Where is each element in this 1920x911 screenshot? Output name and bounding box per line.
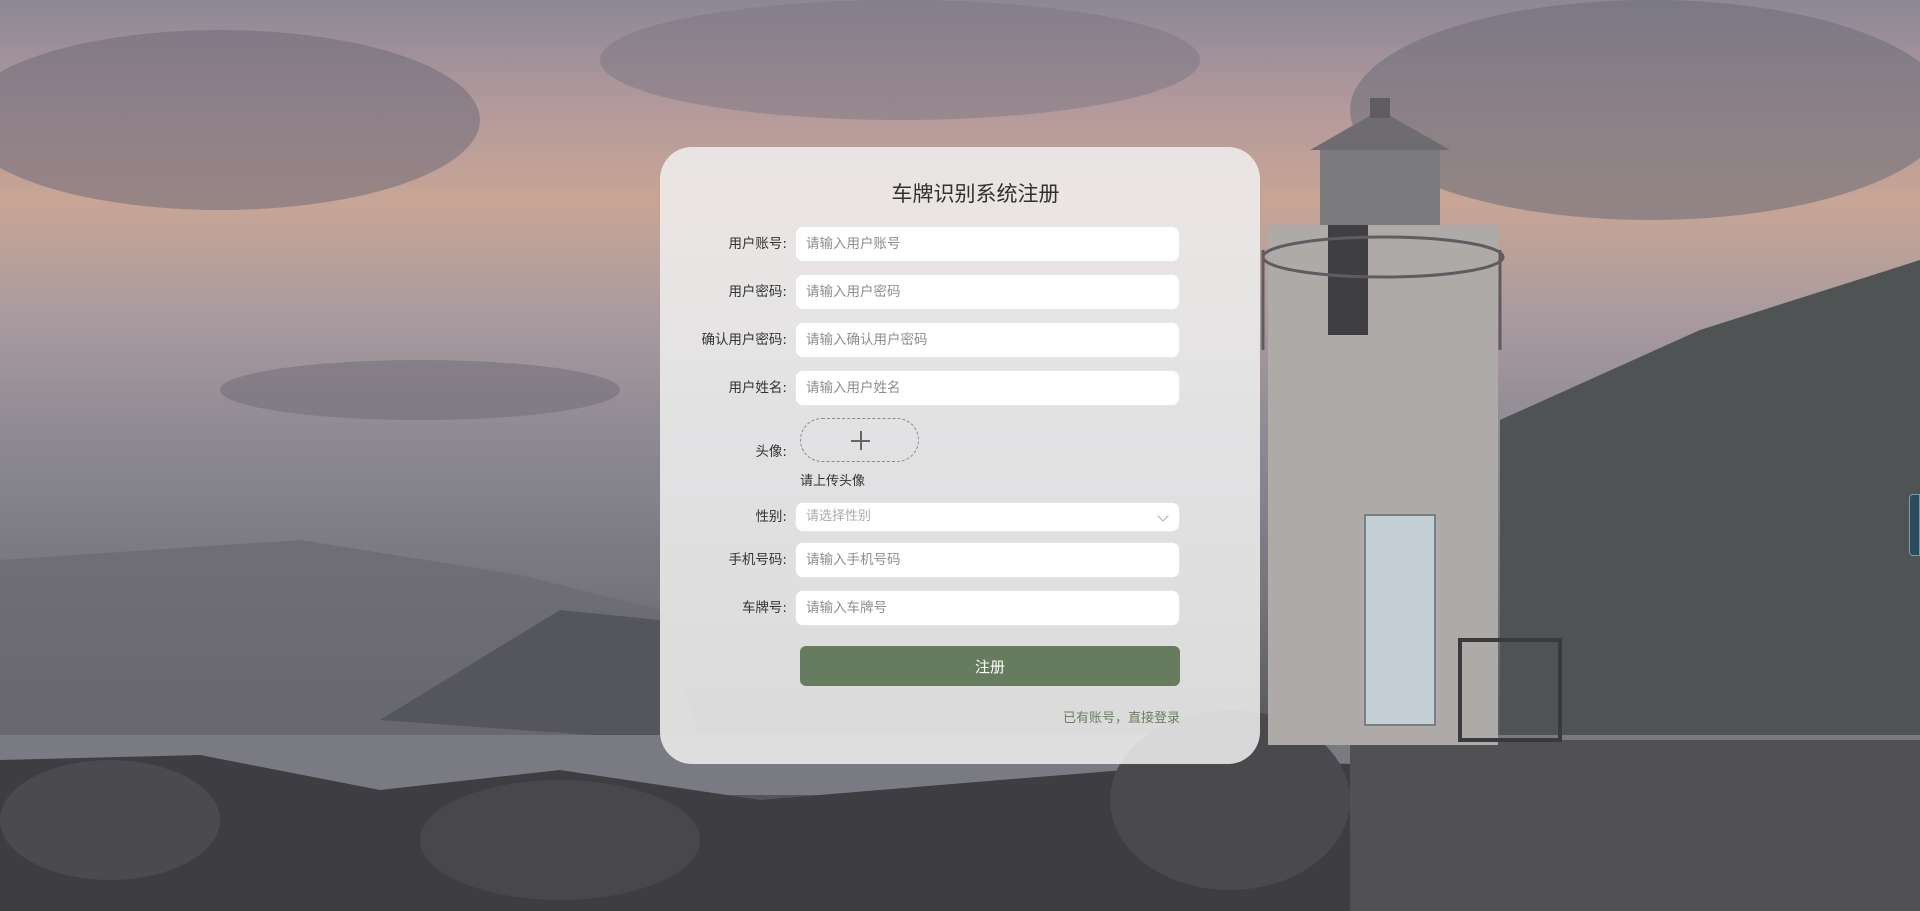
row-password: 用户密码: [660, 274, 1260, 310]
username-input[interactable] [795, 226, 1180, 262]
row-username: 用户账号: [660, 226, 1260, 262]
avatar-upload-button[interactable] [800, 418, 919, 462]
password-label: 用户密码: [728, 284, 787, 300]
phone-input[interactable] [795, 542, 1180, 578]
row-name: 用户姓名: [660, 370, 1260, 406]
row-plate: 车牌号: [660, 590, 1260, 626]
avatar-hint: 请上传头像 [800, 474, 866, 489]
side-widget-handle[interactable] [1909, 494, 1920, 556]
name-label: 用户姓名: [728, 380, 787, 396]
plate-input[interactable] [795, 590, 1180, 626]
name-input[interactable] [795, 370, 1180, 406]
row-phone: 手机号码: [660, 542, 1260, 578]
login-link[interactable]: 已有账号，直接登录 [1063, 707, 1180, 726]
gender-select[interactable]: 请选择性别 [795, 502, 1180, 532]
password-input[interactable] [795, 274, 1180, 310]
chevron-down-icon [1157, 510, 1169, 522]
register-card: 车牌识别系统注册 用户账号: 用户密码: 确认用户密码: 用户姓名: 头像: 请… [660, 147, 1260, 764]
row-gender: 性别: 请选择性别 [660, 499, 1260, 535]
page-title: 车牌识别系统注册 [891, 182, 1060, 206]
plate-label: 车牌号: [741, 600, 787, 616]
phone-label: 手机号码: [728, 552, 787, 568]
confirm-password-label: 确认用户密码: [701, 332, 787, 348]
row-avatar: 头像: [660, 434, 1260, 470]
gender-label: 性别: [755, 509, 787, 525]
avatar-label: 头像: [755, 444, 787, 460]
gender-placeholder: 请选择性别 [806, 509, 872, 524]
confirm-password-input[interactable] [795, 322, 1180, 358]
username-label: 用户账号: [728, 236, 787, 252]
row-confirm-password: 确认用户密码: [660, 322, 1260, 358]
register-button[interactable]: 注册 [800, 646, 1180, 686]
